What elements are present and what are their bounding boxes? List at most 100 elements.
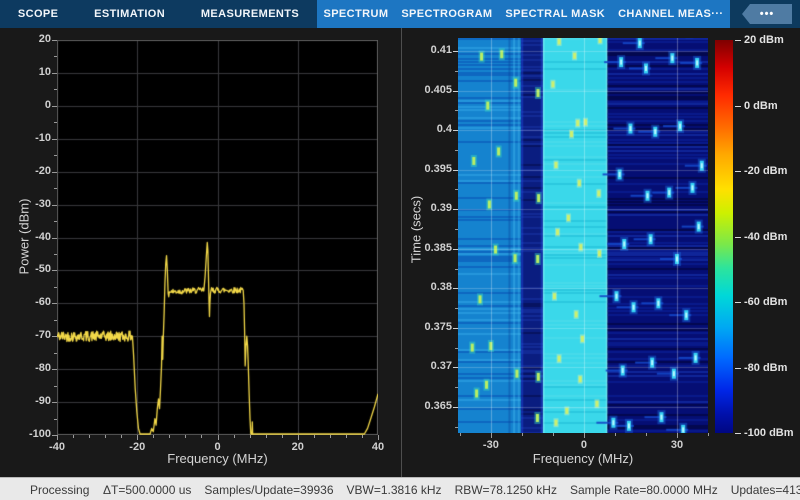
status-field: Samples/Update=39936	[204, 483, 333, 497]
tick-mark	[54, 353, 57, 354]
tick-mark	[105, 435, 106, 438]
tick-mark	[453, 209, 458, 210]
colorbar-tick	[735, 40, 741, 41]
tick-mark	[460, 433, 461, 436]
tick-mark	[455, 427, 458, 428]
tick-label: 0.38	[410, 281, 452, 293]
tick-mark	[615, 433, 616, 436]
tick-mark	[52, 106, 57, 107]
spectrogram-ylabel: Time (secs)	[409, 180, 424, 280]
tick-label: 0	[203, 441, 233, 453]
tick-label: 20	[11, 33, 51, 45]
tick-mark	[52, 73, 57, 74]
tick-label: 0.375	[410, 321, 452, 333]
tick-label: -20	[122, 441, 152, 453]
tick-mark	[250, 435, 251, 438]
spectrum-xlabel: Frequency (MHz)	[57, 451, 378, 466]
tick-label: -60	[11, 296, 51, 308]
tick-mark	[153, 435, 154, 438]
tick-mark	[54, 188, 57, 189]
tick-mark	[298, 435, 299, 440]
tick-label: -10	[11, 132, 51, 144]
tick-label: 0.39	[410, 202, 452, 214]
tick-mark	[137, 435, 138, 440]
colorbar-tick	[735, 106, 741, 107]
tick-mark	[54, 56, 57, 57]
status-field: Sample Rate=80.0000 MHz	[570, 483, 718, 497]
tick-mark	[57, 435, 58, 440]
tick-mark	[54, 419, 57, 420]
status-field: RBW=78.1250 kHz	[455, 483, 557, 497]
tick-mark	[491, 433, 492, 438]
tick-label: 0.365	[410, 400, 452, 412]
tab-measurements[interactable]: MEASUREMENTS	[195, 8, 305, 20]
tick-label: 0.37	[410, 360, 452, 372]
tick-mark	[378, 435, 379, 440]
status-bar: Processing ΔT=500.0000 us Samples/Update=…	[0, 477, 800, 500]
tab-spectrum[interactable]: SPECTRUM	[317, 8, 394, 20]
tick-mark	[201, 435, 202, 438]
tick-mark	[453, 91, 458, 92]
tick-mark	[185, 435, 186, 438]
tick-label: 0.405	[410, 84, 452, 96]
toolstrip-group-highlighted: SPECTRUMSPECTROGRAMSPECTRAL MASKCHANNEL …	[317, 0, 730, 28]
tick-mark	[453, 407, 458, 408]
tick-mark	[453, 130, 458, 131]
tab-estimation[interactable]: ESTIMATION	[88, 8, 171, 20]
tab-spectrogram[interactable]: SPECTROGRAM	[395, 8, 498, 20]
tick-mark	[52, 402, 57, 403]
tick-mark	[52, 238, 57, 239]
colorbar-label: -60 dBm	[744, 296, 787, 308]
toolstrip-group-overflow: •••	[730, 0, 800, 28]
status-field: VBW=1.3816 kHz	[347, 483, 442, 497]
tick-mark	[522, 433, 523, 436]
tick-mark	[266, 435, 267, 438]
colorbar-tick	[735, 171, 741, 172]
ellipsis-icon: •••	[760, 9, 775, 19]
tick-mark	[455, 110, 458, 111]
tick-mark	[54, 155, 57, 156]
tick-mark	[677, 433, 678, 438]
colorbar-tick	[735, 433, 741, 434]
tick-mark	[52, 303, 57, 304]
status-field: ΔT=500.0000 us	[103, 483, 191, 497]
toolstrip-overflow-button[interactable]: •••	[742, 4, 792, 24]
tick-mark	[453, 170, 458, 171]
tick-mark	[453, 51, 458, 52]
tick-mark	[52, 139, 57, 140]
tick-mark	[89, 435, 90, 438]
tick-mark	[584, 433, 585, 438]
tab-channel-meas[interactable]: CHANNEL MEAS···	[612, 8, 729, 20]
spectrum-canvas	[57, 40, 378, 435]
colorbar-label: -80 dBm	[744, 362, 787, 374]
tick-label: -40	[11, 231, 51, 243]
tick-mark	[362, 435, 363, 438]
tick-mark	[218, 435, 219, 440]
tick-mark	[453, 249, 458, 250]
colorbar-label: -20 dBm	[744, 165, 787, 177]
tab-spectral-mask[interactable]: SPECTRAL MASK	[499, 8, 611, 20]
tick-label: -70	[11, 329, 51, 341]
status-field: Updates=41378	[731, 483, 800, 497]
spectrum-analyzer-window: SCOPEESTIMATIONMEASUREMENTS SPECTRUMSPEC…	[0, 0, 800, 500]
spectrogram-canvas	[458, 38, 708, 433]
tick-mark	[314, 435, 315, 438]
tab-scope[interactable]: SCOPE	[12, 8, 65, 20]
colorbar-label: -100 dBm	[744, 427, 794, 439]
tick-mark	[54, 386, 57, 387]
status-fields: ΔT=500.0000 us Samples/Update=39936 VBW=1.…	[103, 483, 800, 497]
tick-mark	[453, 328, 458, 329]
tick-mark	[169, 435, 170, 438]
tick-label: 20	[283, 441, 313, 453]
tick-mark	[455, 150, 458, 151]
tick-mark	[234, 435, 235, 438]
tick-label: -100	[11, 428, 51, 440]
tick-mark	[52, 205, 57, 206]
tick-label: 0	[11, 99, 51, 111]
colorbar-tick	[735, 237, 741, 238]
tick-mark	[453, 367, 458, 368]
tick-mark	[52, 172, 57, 173]
tick-mark	[54, 254, 57, 255]
tick-label: 0.4	[410, 123, 452, 135]
status-state: Processing	[30, 483, 89, 497]
